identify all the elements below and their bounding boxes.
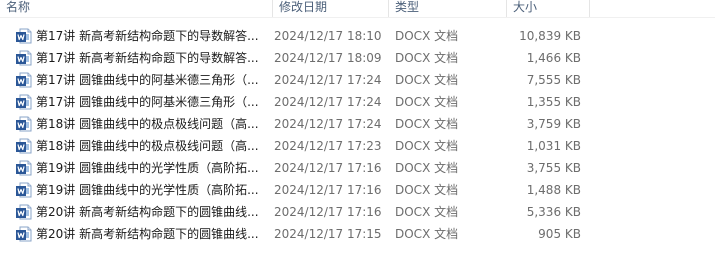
word-document-icon — [16, 182, 32, 198]
file-row[interactable]: 第19讲 圆锥曲线中的光学性质（高阶拓... 2024/12/17 17:16 … — [0, 179, 590, 201]
column-header-bar: 名称 修改日期 类型 大小 — [0, 0, 715, 18]
file-row[interactable]: 第20讲 新高考新结构命题下的圆锥曲线... 2024/12/17 17:16 … — [0, 201, 590, 223]
file-name: 第19讲 圆锥曲线中的光学性质（高阶拓... — [36, 161, 259, 175]
file-size: 1,466 KB — [526, 51, 581, 65]
column-header-size[interactable]: 大小 — [507, 0, 589, 17]
file-size: 10,839 KB — [519, 29, 581, 43]
file-explorer: 名称 修改日期 类型 大小 第17讲 新高考新结构命题下的导数解答... 202… — [0, 0, 715, 279]
word-document-icon — [16, 116, 32, 132]
file-type: DOCX 文档 — [395, 95, 459, 109]
file-name: 第17讲 新高考新结构命题下的导数解答... — [36, 29, 259, 43]
file-type: DOCX 文档 — [395, 205, 459, 219]
file-row[interactable]: 第17讲 新高考新结构命题下的导数解答... 2024/12/17 18:09 … — [0, 47, 590, 69]
word-document-icon — [16, 28, 32, 44]
word-document-icon — [16, 138, 32, 154]
column-header-date[interactable]: 修改日期 — [273, 0, 388, 17]
file-size: 1,488 KB — [526, 183, 581, 197]
file-name: 第19讲 圆锥曲线中的光学性质（高阶拓... — [36, 183, 259, 197]
word-document-icon — [16, 72, 32, 88]
file-row[interactable]: 第20讲 新高考新结构命题下的圆锥曲线... 2024/12/17 17:15 … — [0, 223, 590, 245]
file-type: DOCX 文档 — [395, 73, 459, 87]
file-name: 第20讲 新高考新结构命题下的圆锥曲线... — [36, 227, 259, 241]
file-name: 第17讲 圆锥曲线中的阿基米德三角形（... — [36, 73, 259, 87]
column-header-name[interactable]: 名称 — [0, 0, 272, 17]
word-document-icon — [16, 160, 32, 176]
file-modified-date: 2024/12/17 17:24 — [274, 117, 382, 131]
file-modified-date: 2024/12/17 18:09 — [274, 51, 382, 65]
file-modified-date: 2024/12/17 17:24 — [274, 73, 382, 87]
file-name: 第17讲 圆锥曲线中的阿基米德三角形（... — [36, 95, 259, 109]
file-modified-date: 2024/12/17 17:16 — [274, 205, 382, 219]
column-header-type[interactable]: 类型 — [389, 0, 506, 17]
file-type: DOCX 文档 — [395, 51, 459, 65]
file-row[interactable]: 第18讲 圆锥曲线中的极点极线问题（高... 2024/12/17 17:23 … — [0, 135, 590, 157]
file-modified-date: 2024/12/17 17:15 — [274, 227, 382, 241]
file-type: DOCX 文档 — [395, 161, 459, 175]
file-modified-date: 2024/12/17 18:10 — [274, 29, 382, 43]
file-name: 第18讲 圆锥曲线中的极点极线问题（高... — [36, 117, 259, 131]
file-modified-date: 2024/12/17 17:16 — [274, 183, 382, 197]
word-document-icon — [16, 226, 32, 242]
file-row[interactable]: 第17讲 圆锥曲线中的阿基米德三角形（... 2024/12/17 17:24 … — [0, 69, 590, 91]
word-document-icon — [16, 94, 32, 110]
file-name: 第20讲 新高考新结构命题下的圆锥曲线... — [36, 205, 259, 219]
file-type: DOCX 文档 — [395, 227, 459, 241]
file-type: DOCX 文档 — [395, 117, 459, 131]
file-modified-date: 2024/12/17 17:23 — [274, 139, 382, 153]
file-type: DOCX 文档 — [395, 29, 459, 43]
file-modified-date: 2024/12/17 17:24 — [274, 95, 382, 109]
file-size: 5,336 KB — [526, 205, 581, 219]
file-size: 1,031 KB — [526, 139, 581, 153]
file-size: 1,355 KB — [526, 95, 581, 109]
word-document-icon — [16, 50, 32, 66]
file-row[interactable]: 第17讲 圆锥曲线中的阿基米德三角形（... 2024/12/17 17:24 … — [0, 91, 590, 113]
file-name: 第17讲 新高考新结构命题下的导数解答... — [36, 51, 259, 65]
file-name: 第18讲 圆锥曲线中的极点极线问题（高... — [36, 139, 259, 153]
file-size: 3,755 KB — [526, 161, 581, 175]
file-size: 7,555 KB — [526, 73, 581, 87]
file-modified-date: 2024/12/17 17:16 — [274, 161, 382, 175]
file-type: DOCX 文档 — [395, 183, 459, 197]
file-type: DOCX 文档 — [395, 139, 459, 153]
file-list: 第17讲 新高考新结构命题下的导数解答... 2024/12/17 18:10 … — [0, 25, 715, 245]
file-row[interactable]: 第18讲 圆锥曲线中的极点极线问题（高... 2024/12/17 17:24 … — [0, 113, 590, 135]
word-document-icon — [16, 204, 32, 220]
file-size: 905 KB — [538, 227, 581, 241]
file-row[interactable]: 第17讲 新高考新结构命题下的导数解答... 2024/12/17 18:10 … — [0, 25, 590, 47]
column-divider[interactable] — [589, 0, 590, 17]
file-row[interactable]: 第19讲 圆锥曲线中的光学性质（高阶拓... 2024/12/17 17:16 … — [0, 157, 590, 179]
file-size: 3,759 KB — [526, 117, 581, 131]
